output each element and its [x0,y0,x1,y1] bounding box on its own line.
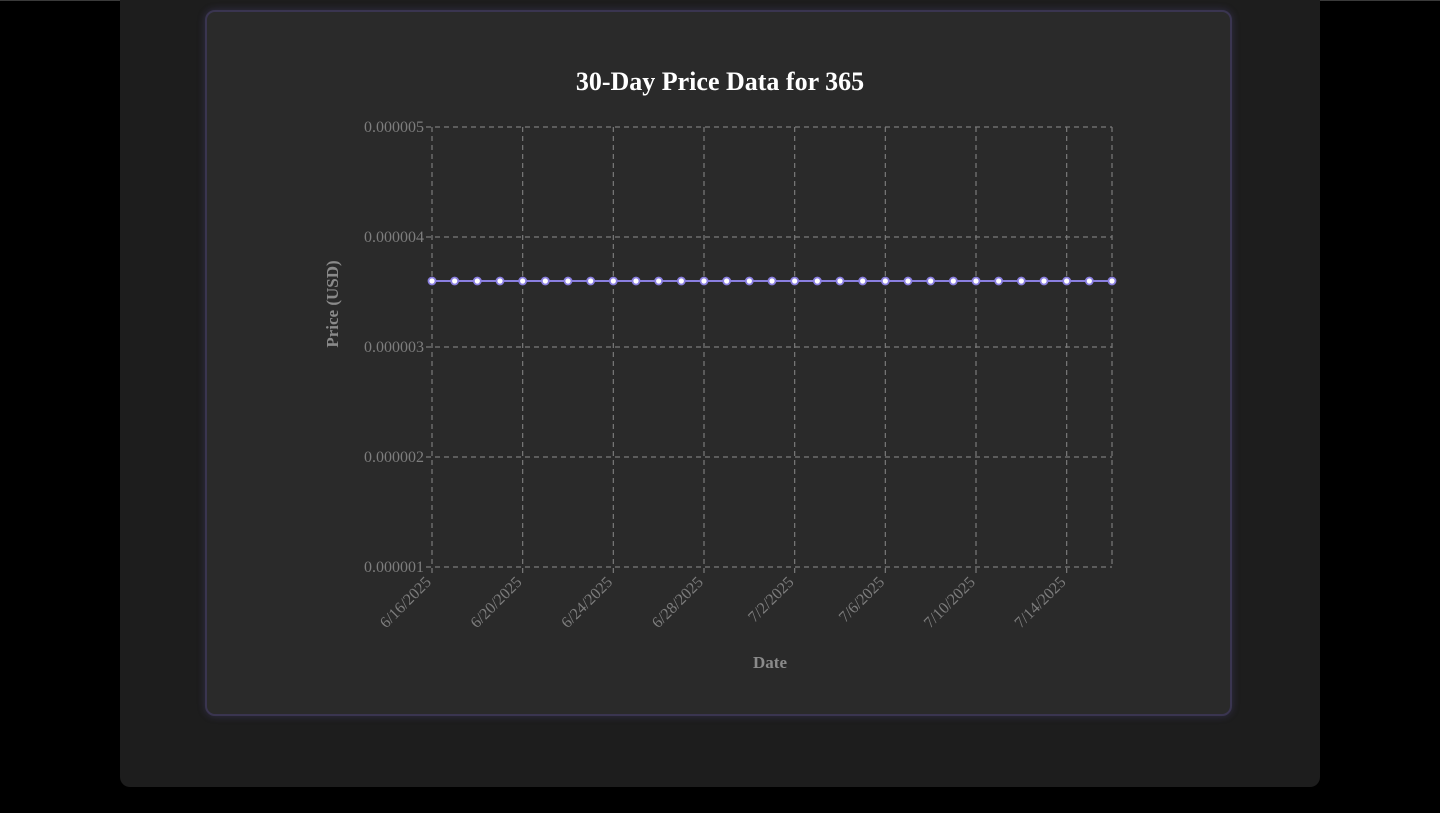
price-line-chart: 30-Day Price Data for 365 Price (USD) Da… [323,67,1117,672]
x-tick-label: 6/20/2025 [468,574,526,632]
data-point [926,276,936,286]
x-tick-label: 6/24/2025 [558,574,616,632]
chart-card: 30-Day Price Data for 365 Price (USD) Da… [205,10,1232,716]
data-point [1107,276,1117,286]
tick-labels: 0.000001 0.000002 0.000003 0.000004 0.000005… [364,119,1069,632]
grid [426,126,1113,573]
y-tick-label: 0.000001 [364,559,424,576]
data-point [880,276,890,286]
data-point [450,276,460,286]
y-tick-label: 0.000003 [364,339,424,356]
data-point [472,276,482,286]
x-tick-label: 7/14/2025 [1012,574,1070,632]
data-point [495,276,505,286]
data-point [631,276,641,286]
data-point [812,276,822,286]
data-point [971,276,981,286]
data-point [767,276,777,286]
data-point [948,276,958,286]
x-tick-label: 6/28/2025 [649,574,707,632]
x-axis-title: Date [753,653,787,672]
x-tick-label: 7/10/2025 [921,574,979,632]
series-layer [427,276,1117,286]
chart-title: 30-Day Price Data for 365 [576,67,864,96]
data-point [1062,276,1072,286]
y-tick-label: 0.000002 [364,449,424,466]
data-point [1084,276,1094,286]
data-point [835,276,845,286]
data-point [608,276,618,286]
data-point [858,276,868,286]
y-axis-title: Price (USD) [323,260,342,347]
data-point [654,276,664,286]
x-tick-label: 6/16/2025 [377,574,435,632]
data-point [586,276,596,286]
data-point [518,276,528,286]
data-point [790,276,800,286]
data-point [744,276,754,286]
x-tick-label: 7/2/2025 [745,574,797,626]
data-point [427,276,437,286]
data-point [1039,276,1049,286]
data-point [994,276,1004,286]
x-tick-label: 7/6/2025 [836,574,888,626]
data-point [540,276,550,286]
data-point [903,276,913,286]
data-point [722,276,732,286]
data-point [676,276,686,286]
data-point [1016,276,1026,286]
y-tick-label: 0.000005 [364,119,424,136]
y-tick-label: 0.000004 [364,229,424,246]
data-point [699,276,709,286]
data-point [563,276,573,286]
